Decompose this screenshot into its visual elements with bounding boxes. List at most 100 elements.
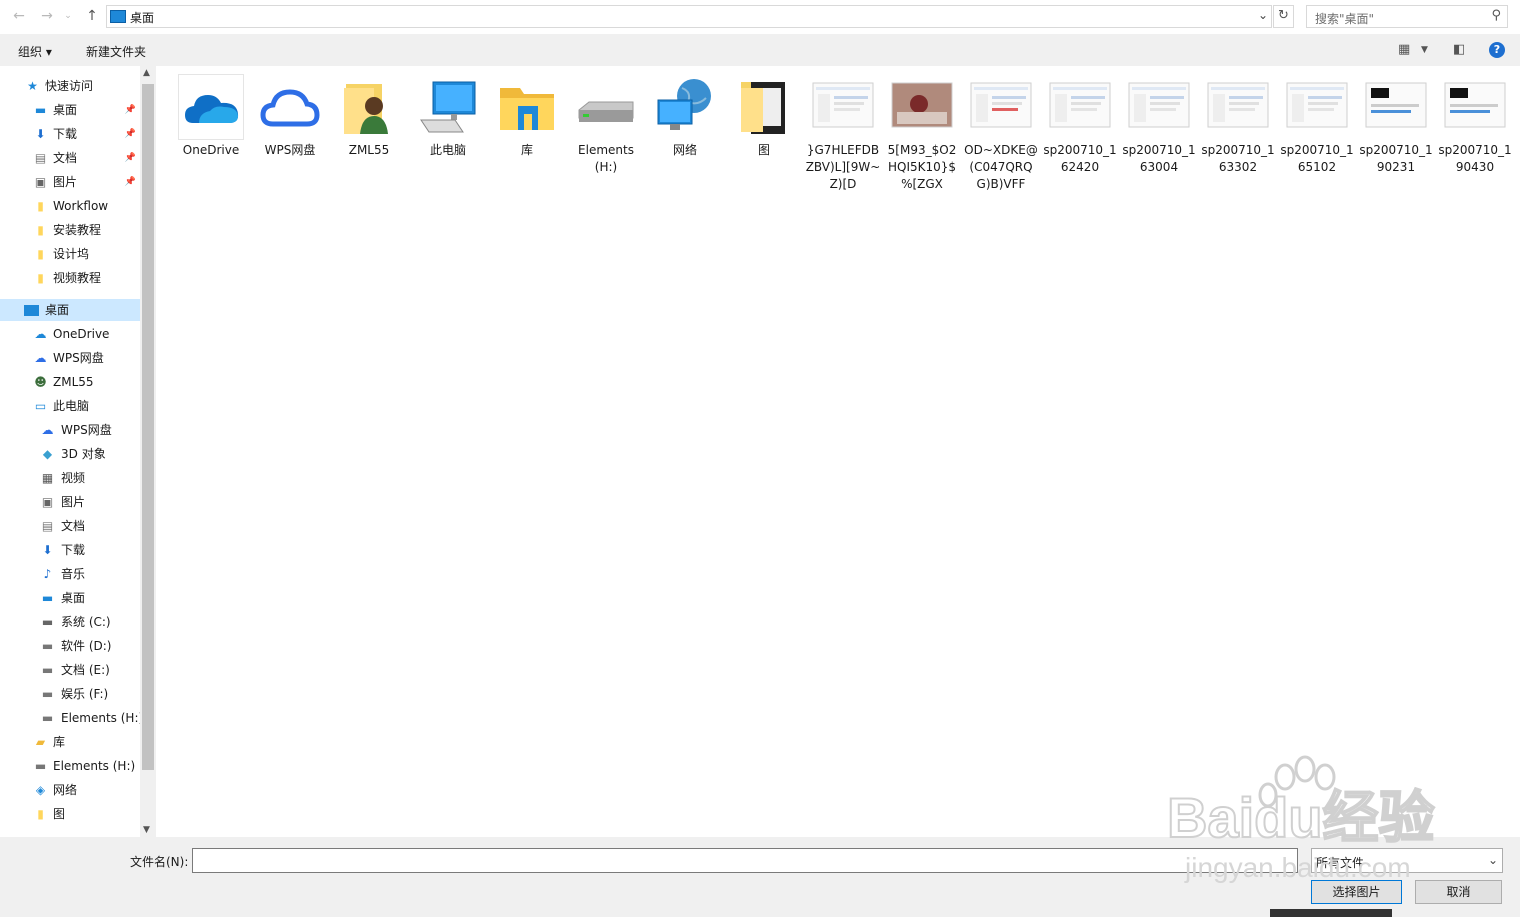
search-placeholder: 搜索"桌面": [1315, 12, 1375, 26]
file-item[interactable]: sp200710_162420: [1042, 74, 1118, 176]
image-thumbnail-icon: [1126, 74, 1192, 140]
address-field[interactable]: 桌面 ⌄: [106, 5, 1272, 28]
chevron-down-icon[interactable]: ⌄: [1258, 8, 1268, 22]
scroll-up-icon[interactable]: ▲: [143, 68, 150, 78]
sidebar-item[interactable]: ☻ ZML55: [0, 371, 140, 393]
back-arrow-icon[interactable]: ←: [9, 6, 29, 26]
sidebar-item[interactable]: ▮ Workflow: [0, 195, 140, 217]
drive-icon: ▬: [41, 639, 54, 653]
sidebar-item[interactable]: ◆ 3D 对象: [0, 443, 140, 465]
filetype-select[interactable]: 所有文件 ⌄: [1311, 848, 1503, 873]
file-name: 图: [757, 143, 770, 157]
file-item[interactable]: 5[M93_$O2HQI5K10}$%[ZGX: [884, 74, 960, 193]
desktop-icon: [110, 10, 126, 23]
image-thumbnail-icon: [1047, 74, 1113, 140]
sidebar-item[interactable]: ☁ OneDrive: [0, 323, 140, 345]
sidebar-item[interactable]: ▬ 系统 (C:): [0, 611, 140, 633]
sidebar-item[interactable]: ▮ 安装教程: [0, 219, 140, 241]
address-location: 桌面: [130, 11, 155, 25]
sidebar-item[interactable]: ▬ 桌面 📌: [0, 99, 140, 121]
sidebar-item[interactable]: ☁ WPS网盘: [0, 419, 140, 441]
sidebar-item-desktop[interactable]: 桌面: [0, 299, 140, 321]
file-item[interactable]: sp200710_165102: [1279, 74, 1355, 176]
sidebar-item[interactable]: ◈ 网络: [0, 779, 140, 801]
file-item[interactable]: ZML55: [331, 74, 407, 159]
file-name: sp200710_190430: [1438, 143, 1512, 174]
scroll-down-icon[interactable]: ▼: [143, 825, 150, 835]
sidebar-item[interactable]: ▬ 文档 (E:): [0, 659, 140, 681]
up-arrow-icon[interactable]: ↑: [82, 6, 102, 26]
image-thumbnail-icon: [1205, 74, 1271, 140]
file-item[interactable]: 图: [726, 74, 802, 159]
open-button[interactable]: 选择图片: [1311, 880, 1402, 904]
file-item[interactable]: sp200710_163302: [1200, 74, 1276, 176]
sidebar-item[interactable]: ♪ 音乐: [0, 563, 140, 585]
sidebar-item[interactable]: ▤ 文档: [0, 515, 140, 537]
search-input[interactable]: 搜索"桌面" ⚲: [1306, 5, 1508, 28]
file-item[interactable]: sp200710_190231: [1358, 74, 1434, 176]
chevron-down-icon: ⌄: [1487, 853, 1498, 867]
file-name: 此电脑: [429, 143, 466, 157]
filename-input[interactable]: [192, 848, 1298, 873]
preview-pane-icon[interactable]: ◧: [1453, 42, 1465, 57]
sidebar-item[interactable]: ▮ 图: [0, 803, 140, 825]
sidebar-item[interactable]: ▬ 娱乐 (F:): [0, 683, 140, 705]
sidebar-item[interactable]: ▬ 软件 (D:): [0, 635, 140, 657]
forward-arrow-icon[interactable]: →: [37, 6, 57, 26]
sidebar-item[interactable]: ▤ 文档 📌: [0, 147, 140, 169]
sidebar-item-label: 3D 对象: [61, 447, 106, 461]
file-name: }G7HLEFDBZBV)L][9W~Z)[D: [805, 143, 881, 191]
refresh-icon[interactable]: ↻: [1273, 5, 1294, 28]
sidebar-item[interactable]: ☁ WPS网盘: [0, 347, 140, 369]
sidebar-item[interactable]: ▮ 视频教程: [0, 267, 140, 289]
navigation-scrollbar[interactable]: ▲ ▼: [140, 66, 156, 837]
user-folder-icon: [336, 74, 402, 140]
image-thumbnail-icon: [1363, 74, 1429, 140]
command-toolbar: 组织 ▾ 新建文件夹 ▦ ▼ ◧ ?: [0, 34, 1520, 66]
file-item[interactable]: WPS网盘: [252, 74, 328, 159]
sidebar-item[interactable]: ⬇ 下载 📌: [0, 123, 140, 145]
sidebar-item-quick-access[interactable]: ★ 快速访问: [0, 75, 140, 97]
sidebar-item[interactable]: ▣ 图片: [0, 491, 140, 513]
pin-icon: 📌: [124, 105, 136, 115]
recent-locations-chevron-icon[interactable]: ⌄: [62, 6, 74, 26]
sidebar-item-label: 视频教程: [53, 271, 102, 285]
sidebar-item[interactable]: ▬ Elements (H:): [0, 755, 140, 777]
file-item[interactable]: 网络: [647, 74, 723, 159]
computer-icon: ▭: [34, 399, 47, 413]
help-icon[interactable]: ?: [1489, 42, 1505, 58]
file-item[interactable]: sp200710_163004: [1121, 74, 1197, 176]
file-item[interactable]: 库: [489, 74, 565, 159]
file-dialog-footer: 文件名(N): 所有文件 ⌄ 选择图片 取消: [0, 837, 1520, 917]
file-item[interactable]: 此电脑: [410, 74, 486, 159]
sidebar-item[interactable]: ▣ 图片 📌: [0, 171, 140, 193]
sidebar-item-label: ZML55: [53, 375, 94, 389]
sidebar-item[interactable]: ▭ 此电脑: [0, 395, 140, 417]
new-folder-button[interactable]: 新建文件夹: [86, 43, 146, 60]
file-item[interactable]: Elements (H:): [568, 74, 644, 176]
sidebar-item[interactable]: ▰ 库: [0, 731, 140, 753]
file-item[interactable]: }G7HLEFDBZBV)L][9W~Z)[D: [805, 74, 881, 193]
view-options-icon[interactable]: ▦: [1398, 42, 1410, 57]
sidebar-item[interactable]: ▬ 桌面: [0, 587, 140, 609]
sidebar-item[interactable]: ▦ 视频: [0, 467, 140, 489]
sidebar-item-label: 文档: [61, 519, 86, 533]
cancel-button[interactable]: 取消: [1415, 880, 1502, 904]
scrollbar-thumb[interactable]: [142, 84, 154, 770]
file-item[interactable]: OD~XDKE@(C047QRQG)B)VFF: [963, 74, 1039, 193]
search-icon: ⚲: [1491, 8, 1501, 23]
file-name: 5[M93_$O2HQI5K10}$%[ZGX: [887, 143, 957, 191]
onedrive-icon: ☁: [34, 327, 47, 341]
sidebar-item-label: 系统 (C:): [61, 615, 111, 629]
view-dropdown-chevron-icon[interactable]: ▼: [1421, 45, 1428, 55]
organize-button[interactable]: 组织 ▾: [18, 43, 52, 60]
folder-icon: [731, 74, 797, 140]
sidebar-item-label: OneDrive: [53, 327, 110, 341]
sidebar-item-label: 库: [53, 735, 66, 749]
sidebar-item[interactable]: ▮ 设计坞: [0, 243, 140, 265]
sidebar-item[interactable]: ▬ Elements (H:): [0, 707, 143, 729]
sidebar-item[interactable]: ⬇ 下载: [0, 539, 140, 561]
file-item[interactable]: OneDrive: [173, 74, 249, 159]
file-item[interactable]: sp200710_190430: [1437, 74, 1513, 176]
filetype-value: 所有文件: [1316, 856, 1365, 870]
